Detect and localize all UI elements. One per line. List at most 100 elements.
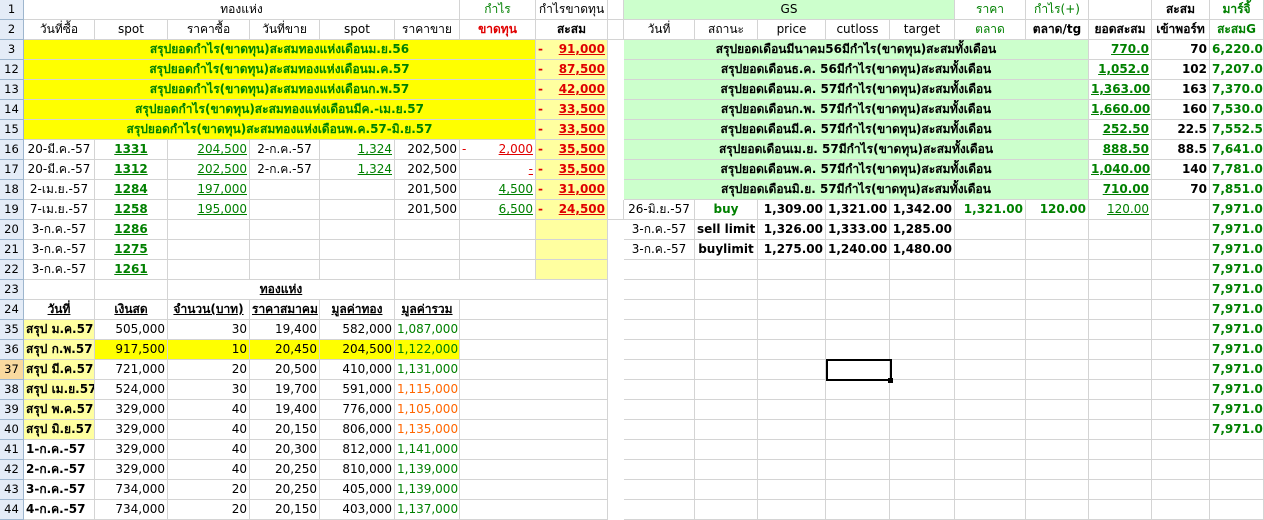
- bar-total[interactable]: 1,141,000: [395, 440, 460, 460]
- bar-price[interactable]: 20,300: [250, 440, 320, 460]
- bar-cash[interactable]: 524,000: [95, 380, 168, 400]
- row-header[interactable]: 39: [0, 400, 24, 420]
- empty-cell[interactable]: [624, 420, 695, 440]
- empty-cell[interactable]: [1152, 360, 1210, 380]
- bar-col-header[interactable]: มูลค่าทอง: [320, 300, 395, 320]
- empty-cell[interactable]: [460, 300, 608, 320]
- trade-sell[interactable]: 201,500: [395, 180, 460, 200]
- gs-trade-cum[interactable]: [1089, 240, 1152, 260]
- bar-total[interactable]: 1,135,000: [395, 420, 460, 440]
- bar-price[interactable]: 19,400: [250, 400, 320, 420]
- empty-cell[interactable]: [890, 320, 955, 340]
- empty-cell[interactable]: [1152, 240, 1210, 260]
- margin-cell[interactable]: 7,971.0: [1210, 260, 1264, 280]
- empty-cell[interactable]: [695, 440, 758, 460]
- bar-section-title[interactable]: ทองแห่ง: [168, 280, 395, 300]
- trade-date[interactable]: 7-เม.ย.-57: [24, 200, 95, 220]
- gs-summary-port[interactable]: 140: [1152, 160, 1210, 180]
- empty-cell[interactable]: [890, 360, 955, 380]
- empty-cell[interactable]: [624, 260, 695, 280]
- empty-cell[interactable]: [1089, 500, 1152, 520]
- bar-total[interactable]: 1,122,000: [395, 340, 460, 360]
- empty-cell[interactable]: [1026, 440, 1089, 460]
- empty-cell[interactable]: [1026, 260, 1089, 280]
- empty-cell[interactable]: [1089, 460, 1152, 480]
- empty-cell[interactable]: [624, 440, 695, 460]
- gs-summary-margin[interactable]: 7,370.0: [1210, 80, 1264, 100]
- empty-cell[interactable]: [1089, 440, 1152, 460]
- trade-sell[interactable]: [395, 260, 460, 280]
- spacer[interactable]: [1089, 0, 1152, 20]
- bar-date[interactable]: 4-ก.ค.-57: [24, 500, 95, 520]
- empty-cell[interactable]: [695, 320, 758, 340]
- trade-loss[interactable]: [460, 240, 536, 260]
- trade-cum[interactable]: -35,500: [536, 160, 608, 180]
- margin-cell[interactable]: 7,971.0: [1210, 420, 1264, 440]
- empty-cell[interactable]: [1152, 460, 1210, 480]
- empty-cell[interactable]: [1152, 300, 1210, 320]
- margin-cell[interactable]: 7,971.0: [1210, 320, 1264, 340]
- trade-sell[interactable]: [395, 240, 460, 260]
- bar-total[interactable]: 1,115,000: [395, 380, 460, 400]
- bar-date[interactable]: สรุป เม.ย.57: [24, 380, 95, 400]
- empty-cell[interactable]: [1152, 480, 1210, 500]
- empty-cell[interactable]: [695, 420, 758, 440]
- gs-trade-market[interactable]: [955, 220, 1026, 240]
- empty-cell[interactable]: [460, 360, 608, 380]
- empty-cell[interactable]: [826, 480, 890, 500]
- col-header[interactable]: ยอดสะสม: [1089, 20, 1152, 40]
- trade-loss[interactable]: [460, 260, 536, 280]
- gs-summary-port[interactable]: 163: [1152, 80, 1210, 100]
- bar-gold[interactable]: 810,000: [320, 460, 395, 480]
- empty-cell[interactable]: [1089, 480, 1152, 500]
- empty-cell[interactable]: [890, 380, 955, 400]
- col-header[interactable]: price: [758, 20, 826, 40]
- empty-cell[interactable]: [890, 420, 955, 440]
- gs-trade-target[interactable]: 1,285.00: [890, 220, 955, 240]
- empty-cell[interactable]: [955, 360, 1026, 380]
- trade-sell-date[interactable]: 2-ก.ค.-57: [250, 160, 320, 180]
- empty-cell[interactable]: [1152, 200, 1210, 220]
- bar-cash[interactable]: 329,000: [95, 460, 168, 480]
- empty-cell[interactable]: [955, 260, 1026, 280]
- col-header[interactable]: วันที่ซื้อ: [24, 20, 95, 40]
- gs-summary-value[interactable]: 888.50: [1089, 140, 1152, 160]
- trade-sell-date[interactable]: [250, 220, 320, 240]
- empty-cell[interactable]: [890, 440, 955, 460]
- empty-cell[interactable]: [890, 340, 955, 360]
- gs-summary-port[interactable]: 102: [1152, 60, 1210, 80]
- gs-trade-status[interactable]: sell limit: [695, 220, 758, 240]
- trade-sell[interactable]: 202,500: [395, 140, 460, 160]
- row-header[interactable]: 21: [0, 240, 24, 260]
- header-margin[interactable]: มาร์จิ้: [1210, 0, 1264, 20]
- empty-cell[interactable]: [890, 300, 955, 320]
- empty-cell[interactable]: [758, 360, 826, 380]
- gs-summary-value[interactable]: 1,363.00: [1089, 80, 1152, 100]
- trade-sell-spot[interactable]: [320, 180, 395, 200]
- empty-cell[interactable]: [1026, 300, 1089, 320]
- trade-spot[interactable]: 1284: [95, 180, 168, 200]
- gs-trade-cutloss[interactable]: 1,321.00: [826, 200, 890, 220]
- empty-cell[interactable]: [460, 480, 608, 500]
- empty-cell[interactable]: [1152, 400, 1210, 420]
- summary-amount[interactable]: -87,500: [536, 60, 608, 80]
- margin-cell[interactable]: 7,971.0: [1210, 360, 1264, 380]
- empty-cell[interactable]: [1210, 460, 1264, 480]
- empty-cell[interactable]: [826, 440, 890, 460]
- trade-loss[interactable]: 4,500: [460, 180, 536, 200]
- empty-cell[interactable]: [758, 340, 826, 360]
- empty-cell[interactable]: [758, 320, 826, 340]
- empty-cell[interactable]: [624, 400, 695, 420]
- row-header[interactable]: 23: [0, 280, 24, 300]
- empty-cell[interactable]: [955, 320, 1026, 340]
- empty-cell[interactable]: [1089, 380, 1152, 400]
- empty-cell[interactable]: [460, 340, 608, 360]
- col-header[interactable]: สถานะ: [695, 20, 758, 40]
- empty-cell[interactable]: [1026, 500, 1089, 520]
- col-header[interactable]: ราคาขาย: [395, 20, 460, 40]
- col-header[interactable]: เข้าพอร์ท: [1152, 20, 1210, 40]
- gs-summary-port[interactable]: 70: [1152, 40, 1210, 60]
- gs-summary-label[interactable]: สรุปยอดเดือนมิ.ย. 57มีกำไร(ขาดทุน)สะสมทั…: [624, 180, 1089, 200]
- active-cell-outline[interactable]: [826, 359, 892, 381]
- row-header[interactable]: 1: [0, 0, 24, 20]
